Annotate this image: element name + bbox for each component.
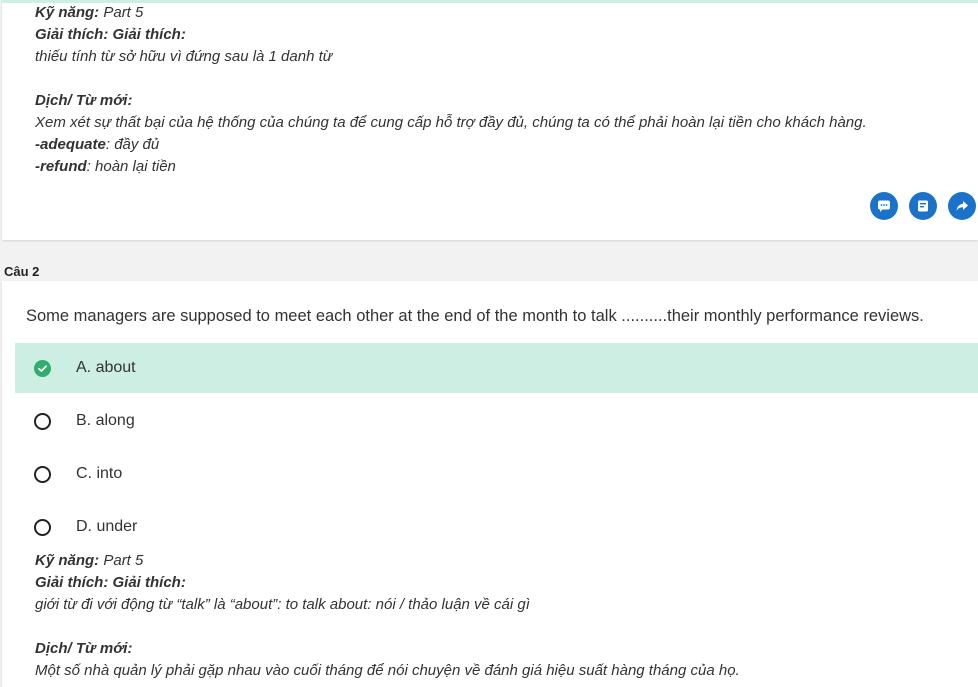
share-icon [956,201,968,211]
vocab-label: Dịch/ Từ mới: [35,92,133,109]
explanation-label: Giải thích: Giải thích: [35,574,186,591]
skill-row: Kỹ năng: Part 5 [35,552,143,569]
action-buttons [870,192,976,220]
explanation-label: Giải thích: Giải thích: [35,26,186,43]
skill-row: Kỹ năng: Part 5 [35,4,143,21]
note-button[interactable] [909,192,937,220]
option-b[interactable]: B. along [15,396,978,446]
share-button[interactable] [948,192,976,220]
vocab-label: Dịch/ Từ mới: [35,640,133,657]
question-2-card: Some managers are supposed to meet each … [2,281,978,687]
skill-value: Part 5 [103,552,144,569]
vocab-word: -adequate [35,136,106,153]
question-text: Some managers are supposed to meet each … [26,307,924,325]
option-a[interactable]: A. about [15,343,978,393]
radio-icon [34,465,51,483]
vocab-word: -refund [35,158,87,175]
vocab-item: -refund: hoàn lại tiền [35,158,176,175]
explanation-text: giới từ đi với động từ “talk” là “about”… [35,596,530,613]
option-label: D. under [76,518,138,535]
skill-label: Kỹ năng: [35,4,100,21]
option-d[interactable]: D. under [15,502,978,552]
vocab-meaning: : hoàn lại tiền [86,158,176,175]
radio-icon [34,412,51,430]
comment-icon [878,200,890,212]
option-c[interactable]: C. into [15,449,978,499]
option-label: A. about [76,359,136,376]
translation-text: Một số nhà quản lý phải gặp nhau vào cuố… [35,662,740,679]
option-label: C. into [76,465,123,482]
comment-button[interactable] [870,192,898,220]
check-circle-icon [34,359,51,377]
explanation-text: thiếu tính từ sở hữu vì đứng sau là 1 da… [35,48,333,65]
radio-icon [34,518,51,536]
vocab-item: -adequate: đầy đủ [35,136,159,153]
vocab-meaning: : đầy đủ [105,136,160,153]
note-icon [918,200,928,212]
option-label: B. along [76,412,135,429]
skill-label: Kỹ năng: [35,552,100,569]
question-1-explanation-card: Kỹ năng: Part 5 Giải thích: Giải thích: … [2,0,978,240]
question-number: Câu 2 [4,264,40,279]
translation-text: Xem xét sự thất bại của hệ thống của chú… [35,114,867,131]
skill-value: Part 5 [103,4,144,21]
